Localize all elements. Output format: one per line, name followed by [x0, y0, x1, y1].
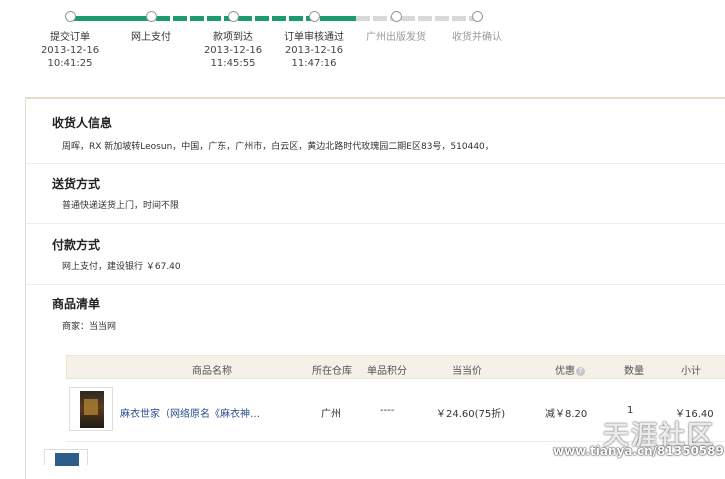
- payment-title: 付款方式: [52, 238, 101, 252]
- col-header-warehouse: 所在仓库: [312, 366, 352, 377]
- step-label-order-approved: 订单审核通过: [284, 32, 344, 43]
- merchant-name: 商家：当当网: [62, 322, 117, 332]
- col-header-discount: 优惠?: [555, 362, 585, 377]
- progress-segment-done: [156, 16, 232, 21]
- step-label-shipped: 广州出版发货: [366, 32, 426, 43]
- receiver-address: 周晖，RX 新加坡转Leosun，中国，广东，广州市，白云区，黄边北路时代玫瑰园…: [62, 142, 494, 152]
- book-cover-image: [80, 391, 104, 428]
- delivery-method: 普通快递送货上门，时间不限: [62, 201, 180, 211]
- step-label-online-pay: 网上支付: [131, 32, 171, 43]
- payment-method: 网上支付，建设银行 ￥67.40: [62, 262, 181, 272]
- step-label-submit: 提交订单: [50, 32, 90, 43]
- progress-segment-done: [74, 16, 150, 21]
- product-name-link[interactable]: 麻衣世家（网络原名《麻衣神…: [120, 405, 260, 420]
- col-header-subtotal: 小计: [681, 366, 701, 377]
- section-divider: [26, 163, 725, 164]
- step-date: 2013-12-16: [203, 45, 263, 56]
- product-warehouse: 广州: [321, 409, 341, 420]
- step-time: 11:45:55: [210, 58, 256, 69]
- progress-step-node: [228, 11, 239, 22]
- col-header-name: 商品名称: [192, 366, 232, 377]
- delivery-title: 送货方式: [52, 177, 101, 191]
- receiver-title: 收货人信息: [52, 116, 113, 130]
- goods-title: 商品清单: [52, 297, 101, 311]
- col-header-discount-label: 优惠: [555, 366, 575, 377]
- progress-step-node: [146, 11, 157, 22]
- order-progress-bar: 提交订单 2013-12-16 10:41:25 网上支付 款项到达 2013-…: [0, 0, 725, 80]
- watermark-url: www.tianya.cn/81350589: [553, 444, 724, 458]
- col-header-qty: 数量: [624, 366, 644, 377]
- section-divider: [26, 284, 725, 285]
- step-label-received: 收货并确认: [452, 32, 502, 43]
- product-points: ----: [380, 405, 395, 416]
- progress-step-node: [472, 11, 483, 22]
- product-price: ￥24.60(75折): [436, 409, 506, 420]
- progress-step-node: [309, 11, 320, 22]
- goods-table-header: 商品名称 所在仓库 单品积分 当当价 优惠? 数量 小计: [66, 355, 725, 379]
- product-thumbnail[interactable]: [69, 387, 113, 431]
- step-time: 11:47:16: [291, 58, 337, 69]
- col-header-price: 当当价: [452, 366, 482, 377]
- product-discount: 减￥8.20: [545, 409, 588, 420]
- section-divider: [26, 223, 725, 224]
- col-header-points: 单品积分: [367, 366, 407, 377]
- question-icon[interactable]: ?: [576, 367, 585, 376]
- step-date: 2013-12-16: [40, 45, 100, 56]
- product-thumbnail[interactable]: [44, 449, 88, 466]
- progress-segment-pending: [356, 16, 396, 21]
- progress-segment-done: [238, 16, 314, 21]
- progress-segment-pending: [401, 16, 477, 21]
- progress-segment-done: [320, 16, 356, 21]
- progress-step-node: [391, 11, 402, 22]
- book-cover-image: [55, 453, 79, 466]
- step-label-payment-received: 款项到达: [213, 32, 253, 43]
- progress-step-node: [65, 11, 76, 22]
- step-date: 2013-12-16: [284, 45, 344, 56]
- step-time: 10:41:25: [47, 58, 93, 69]
